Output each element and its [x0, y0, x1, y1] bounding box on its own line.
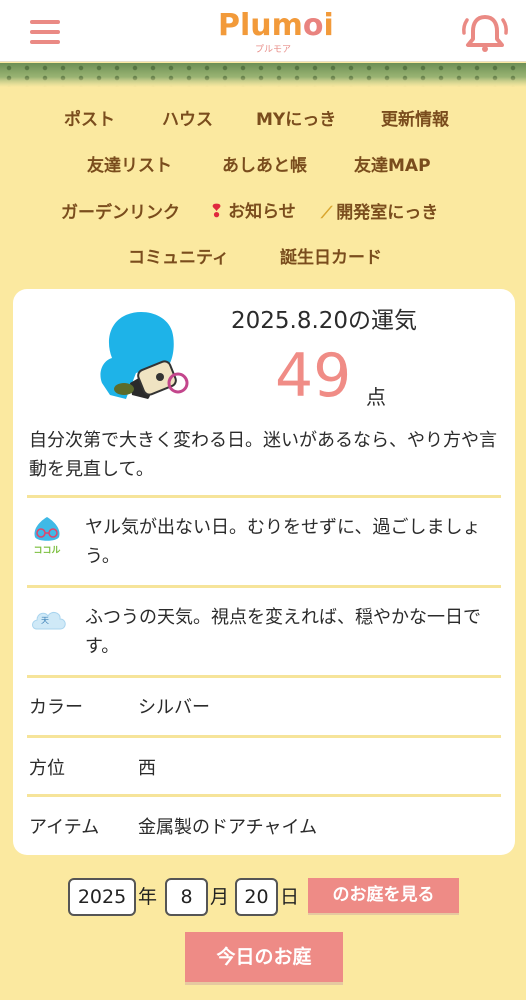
month-label: 月: [210, 886, 230, 908]
divider: [27, 675, 501, 678]
view-garden-button[interactable]: のお庭を見る: [308, 878, 459, 913]
nav-friend-list[interactable]: 友達リスト: [87, 151, 172, 176]
item-value: 金属製のドアチャイム: [138, 817, 318, 838]
today-garden-button[interactable]: 今日のお庭: [185, 932, 343, 982]
kokoro-icon: ココル: [29, 515, 65, 557]
fortune-date: 2025.8.20の運気: [231, 308, 418, 334]
nav-my-diary[interactable]: MYにっき: [256, 105, 336, 130]
day-label: 日: [280, 886, 300, 908]
hamburger-menu-icon[interactable]: [30, 20, 60, 44]
item-label: アイテム: [29, 817, 100, 838]
nav-footprints[interactable]: あしあと帳: [222, 151, 307, 176]
nav-post[interactable]: ポスト: [64, 105, 115, 130]
nav-community[interactable]: コミュニティ: [128, 243, 229, 268]
cloud-weather-icon: 天: [29, 605, 66, 647]
nav-dev-diary[interactable]: ⟋ 開発室にっき: [321, 198, 438, 223]
top-header: Plumoi プルモア: [0, 0, 526, 62]
nav-house[interactable]: ハウス: [162, 105, 213, 130]
logo-wordmark: Plumoi: [218, 8, 334, 43]
color-label: カラー: [29, 697, 83, 718]
bell-icon[interactable]: [460, 12, 510, 54]
pin-icon: ❢: [209, 201, 225, 222]
weather-icon-label: 天: [41, 616, 49, 625]
fortune-card: 2025.8.20の運気 49 点 自分次第で大きく変わる日。迷いがあるなら、や…: [13, 289, 515, 855]
fortune-score-unit: 点: [366, 385, 386, 409]
kokoro-icon-label: ココル: [33, 546, 61, 556]
nav-friend-map[interactable]: 友達MAP: [354, 151, 431, 176]
character-illustration: [96, 303, 196, 403]
nav-notice-label: お知らせ: [228, 202, 296, 222]
kokoro-fortune-text: ヤル気が出ない日。むりをせずに、過ごしましょう。: [85, 517, 481, 567]
nav-garden-link[interactable]: ガーデンリンク: [61, 198, 180, 223]
nav-notice[interactable]: ❢ お知らせ: [209, 197, 296, 222]
garden-banner-strip: [0, 63, 526, 87]
fortune-description: 自分次第で大きく変わる日。迷いがあるなら、やり方や言動を見直して。: [29, 430, 497, 480]
fortune-score: 49: [275, 341, 352, 411]
logo-kana: プルモア: [255, 45, 292, 55]
nav-birthday-card[interactable]: 誕生日カード: [280, 243, 382, 268]
direction-label: 方位: [29, 758, 65, 779]
divider: [27, 735, 501, 738]
divider: [27, 585, 501, 588]
divider: [27, 794, 501, 797]
app-logo[interactable]: Plumoi プルモア: [215, 4, 334, 58]
divider: [27, 495, 501, 498]
broom-icon: ⟋: [321, 203, 333, 222]
direction-value: 西: [138, 758, 156, 779]
nav-dev-diary-label: 開発室にっき: [336, 203, 439, 223]
weather-fortune-text: ふつうの天気。視点を変えれば、穏やかな一日です。: [85, 607, 481, 657]
year-input[interactable]: 2025: [68, 878, 136, 916]
day-input[interactable]: 20: [235, 878, 278, 916]
month-input[interactable]: 8: [165, 878, 208, 916]
nav-updates[interactable]: 更新情報: [381, 105, 449, 130]
color-value: シルバー: [138, 697, 210, 718]
year-label: 年: [138, 886, 158, 908]
